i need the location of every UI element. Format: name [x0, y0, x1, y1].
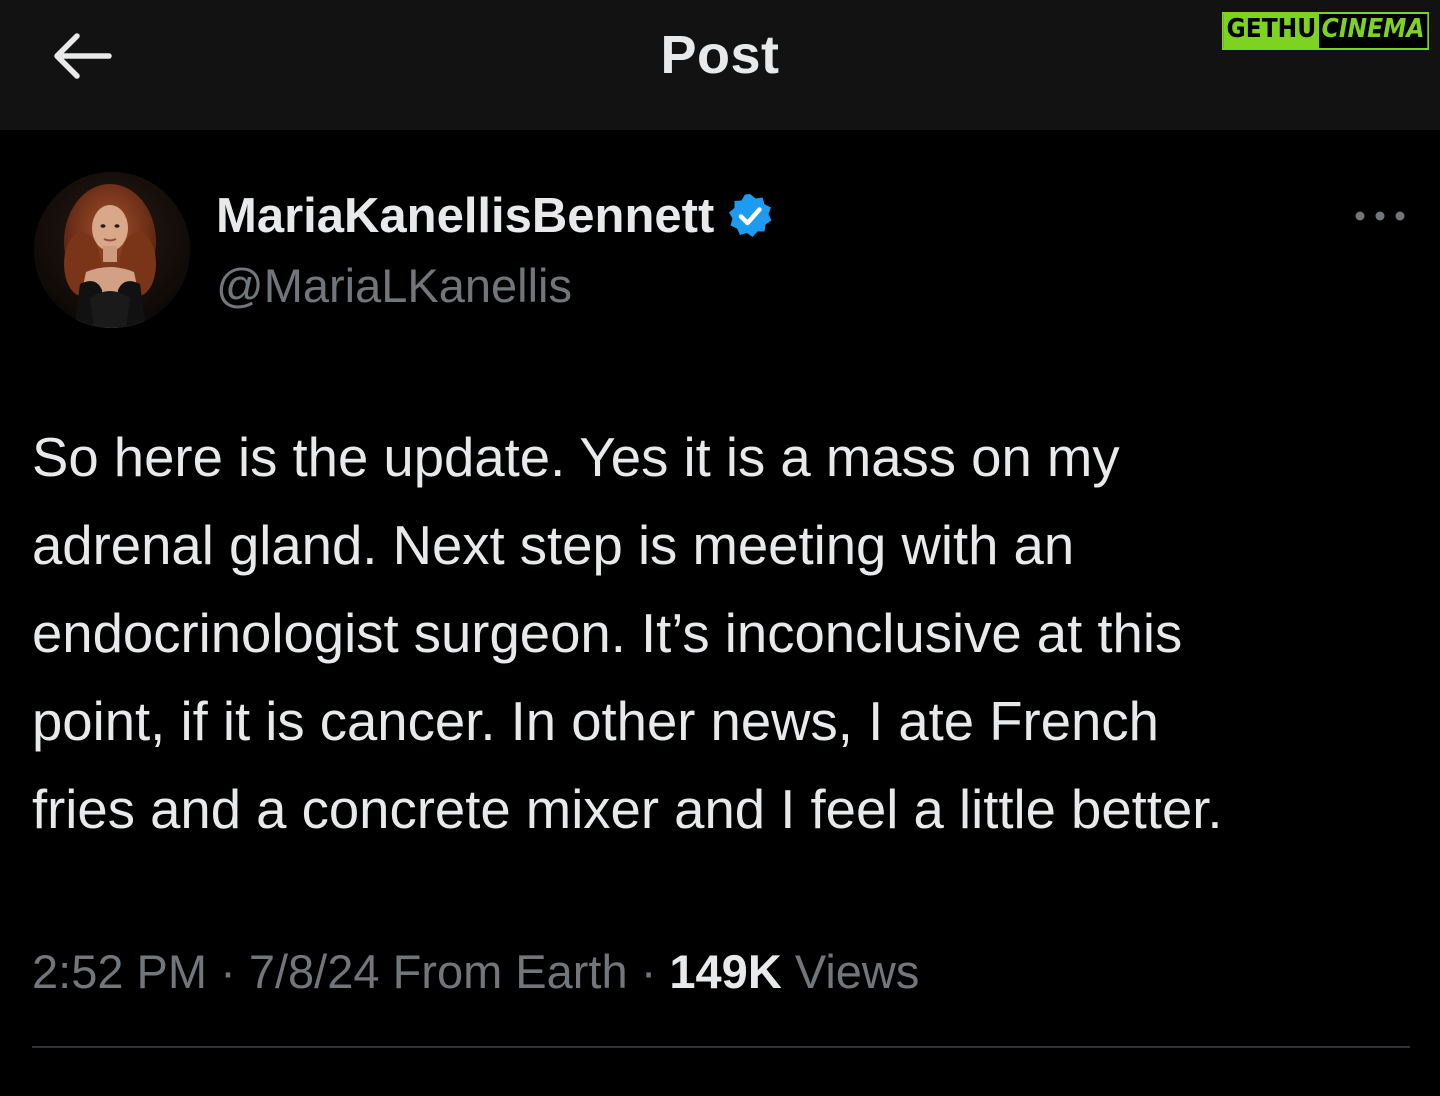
meta-separator: ·	[640, 945, 657, 998]
profile-photo	[34, 172, 190, 328]
author-name-row[interactable]: MariaKanellisBennett	[216, 188, 774, 244]
post-source: From Earth	[392, 945, 628, 998]
channel-watermark: GETHU CINEMA	[1222, 12, 1429, 50]
post-time[interactable]: 2:52 PM	[32, 945, 207, 998]
verified-badge-icon	[729, 194, 772, 237]
post-date[interactable]: 7/8/24	[249, 945, 380, 998]
watermark-text-right: CINEMA	[1318, 14, 1428, 48]
meta-separator: ·	[220, 945, 236, 998]
divider	[32, 1046, 1410, 1048]
more-options-button[interactable]	[1350, 196, 1410, 236]
views-label: Views	[794, 945, 920, 998]
watermark-text-left: GETHU	[1223, 14, 1319, 48]
display-name[interactable]: MariaKanellisBennett	[216, 188, 714, 244]
more-dots-icon	[1355, 211, 1405, 221]
author-handle[interactable]: @MariaLKanellis	[216, 258, 572, 313]
views-count: 149K	[669, 945, 782, 998]
avatar[interactable]	[34, 172, 190, 328]
post-body: So here is the update. Yes it is a mass …	[32, 427, 1223, 840]
post-metadata: 2:52 PM · 7/8/24 From Earth · 149K Views	[32, 944, 919, 999]
